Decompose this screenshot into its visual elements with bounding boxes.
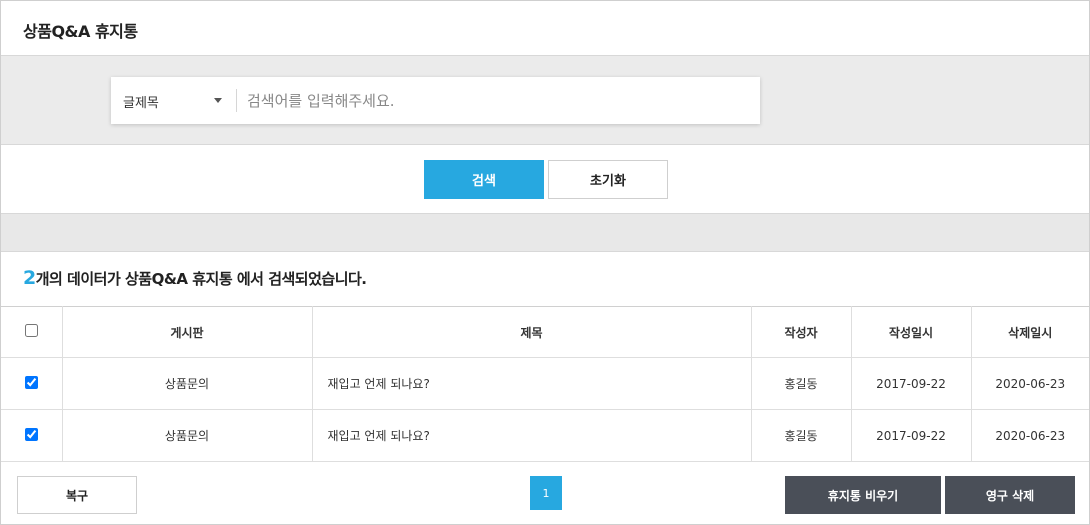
- table-row[interactable]: 상품문의 재입고 언제 되나요? 홍길동 2017-09-22 2020-06-…: [1, 357, 1089, 410]
- search-buttons: 검색 초기화: [1, 145, 1089, 214]
- restore-button[interactable]: 복구: [17, 476, 137, 514]
- title-cell[interactable]: 재입고 언제 되나요?: [311, 409, 752, 462]
- permanent-delete-button[interactable]: 영구 삭제: [945, 476, 1075, 514]
- row-checkbox[interactable]: [24, 375, 38, 389]
- pagination-page-1[interactable]: 1: [530, 476, 562, 510]
- column-header-author: 작성자: [750, 306, 852, 358]
- column-header-deleted: 삭제일시: [970, 306, 1089, 358]
- column-header-board: 게시판: [61, 306, 313, 358]
- search-field-select[interactable]: 글제목: [111, 77, 236, 124]
- table-footer: 복구 1 휴지통 비우기 영구 삭제: [1, 461, 1089, 524]
- author-cell: 홍길동: [750, 357, 852, 410]
- search-box: 글제목: [111, 77, 760, 124]
- search-field-value: 글제목: [123, 96, 159, 111]
- board-cell: 상품문의: [61, 357, 313, 410]
- deleted-cell: 2020-06-23: [970, 409, 1089, 462]
- board-cell: 상품문의: [61, 409, 313, 462]
- reset-button[interactable]: 초기화: [548, 160, 668, 199]
- row-select-cell: [1, 357, 63, 410]
- row-select-cell: [1, 409, 63, 462]
- deleted-cell: 2020-06-23: [970, 357, 1089, 410]
- search-button[interactable]: 검색: [424, 160, 544, 199]
- trash-table: 게시판 제목 작성자 작성일시 삭제일시 상품문의 재입고 언제 되나요? 홍길…: [1, 306, 1089, 462]
- trash-panel: 상품Q&A 휴지통 글제목 검색 초기화 2개의 데이터가 상품Q&A 휴지통 …: [0, 0, 1090, 525]
- result-count: 2: [23, 267, 36, 289]
- author-cell: 홍길동: [750, 409, 852, 462]
- created-cell: 2017-09-22: [850, 357, 972, 410]
- result-text: 개의 데이터가 상품Q&A 휴지통 에서 검색되었습니다.: [35, 270, 367, 288]
- select-all-checkbox[interactable]: [24, 324, 38, 337]
- table-header-row: 게시판 제목 작성자 작성일시 삭제일시: [1, 306, 1089, 358]
- column-header-created: 작성일시: [850, 306, 972, 358]
- created-cell: 2017-09-22: [850, 409, 972, 462]
- caret-down-icon: [214, 98, 222, 103]
- header-select-all: [1, 306, 63, 358]
- column-header-title: 제목: [311, 306, 752, 358]
- empty-trash-button[interactable]: 휴지통 비우기: [785, 476, 941, 514]
- title-cell[interactable]: 재입고 언제 되나요?: [311, 357, 752, 410]
- table-row[interactable]: 상품문의 재입고 언제 되나요? 홍길동 2017-09-22 2020-06-…: [1, 409, 1089, 462]
- search-divider: [236, 89, 237, 112]
- page-title: 상품Q&A 휴지통: [23, 22, 138, 41]
- section-divider: [1, 214, 1089, 252]
- search-input[interactable]: [247, 85, 747, 116]
- row-checkbox[interactable]: [24, 427, 38, 441]
- header: 상품Q&A 휴지통: [1, 1, 1089, 56]
- result-summary: 2개의 데이터가 상품Q&A 휴지통 에서 검색되었습니다.: [23, 267, 367, 289]
- search-area: 글제목: [1, 56, 1089, 145]
